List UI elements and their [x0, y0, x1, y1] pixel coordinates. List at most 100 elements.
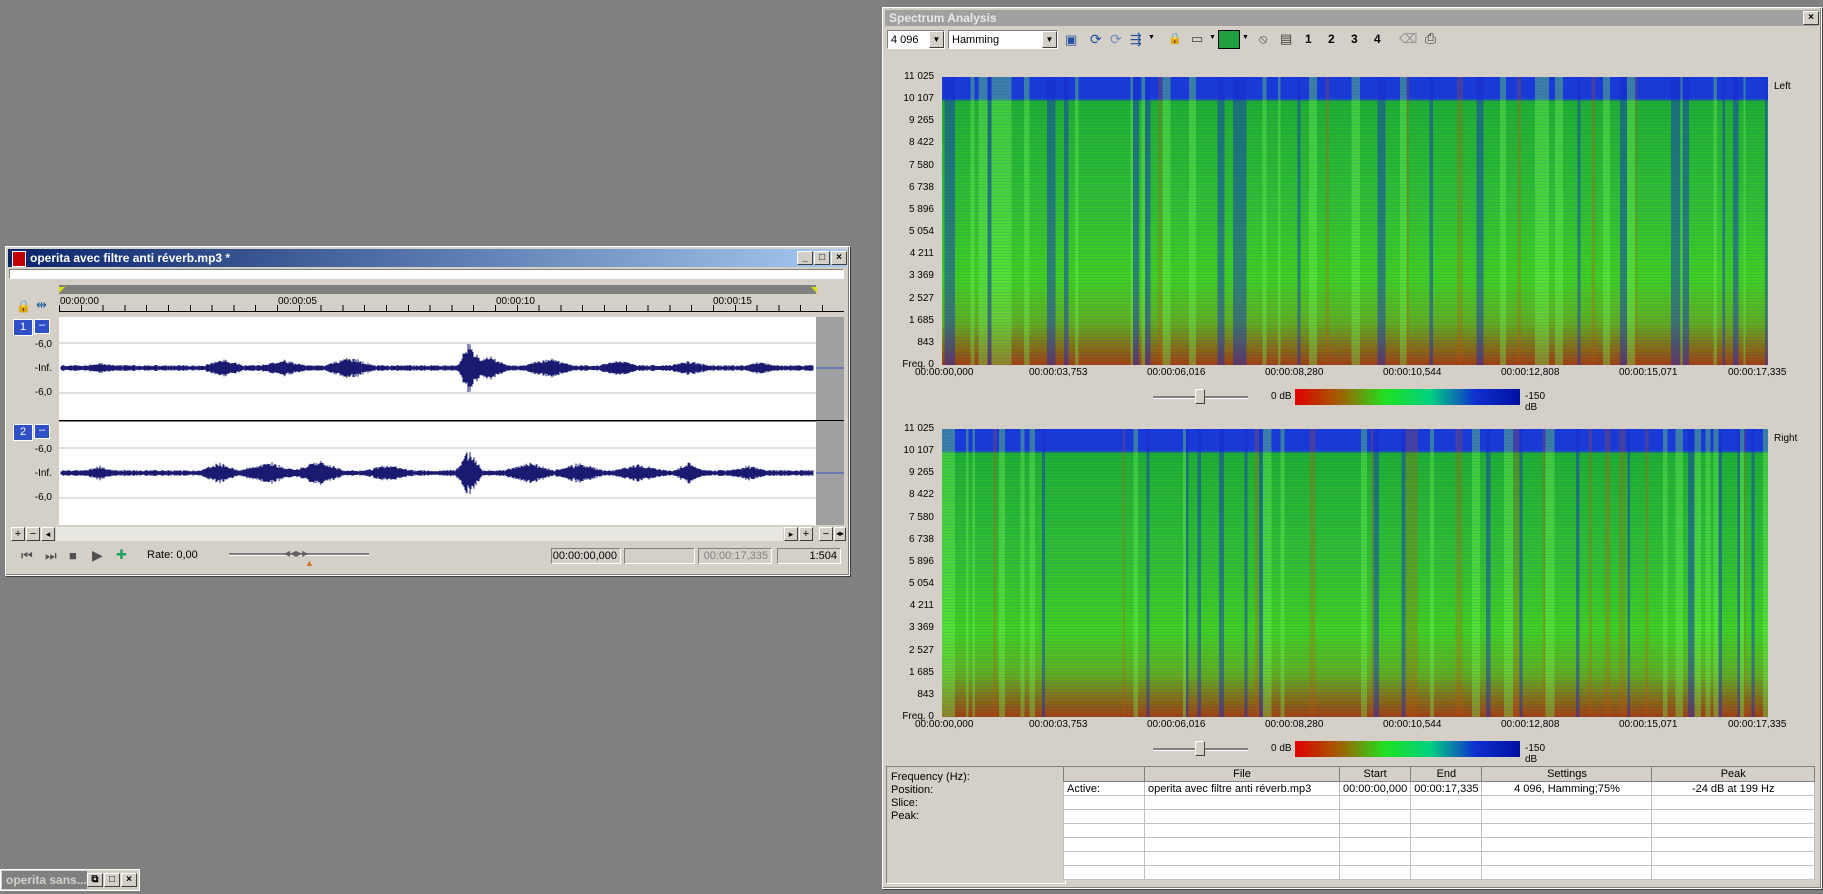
waveform-display[interactable]	[59, 317, 844, 525]
info-position-label: Position:	[891, 784, 934, 796]
left-scale-slider-thumb[interactable]	[1195, 389, 1205, 404]
timeline-ruler[interactable]: 00:00:00 00:00:05 00:00:10 00:00:15	[59, 281, 844, 315]
table-row[interactable]	[1063, 809, 1815, 824]
fft-size-select[interactable]: 4 096 ▼	[887, 30, 945, 49]
statistics-icon[interactable]: ▤	[1280, 31, 1292, 47]
freq-tick-label: 3 369	[908, 270, 934, 282]
table-row[interactable]	[1063, 823, 1815, 838]
table-header[interactable]	[1063, 766, 1145, 782]
lock-icon[interactable]: 🔒	[1168, 32, 1182, 45]
zoom-in-vertical-button[interactable]: +	[11, 527, 25, 541]
end-time-field[interactable]: 00:00:17,335	[698, 548, 772, 564]
channel-2-number[interactable]: 2	[13, 424, 33, 441]
waveform-svg[interactable]	[59, 317, 844, 525]
table-row[interactable]	[1063, 865, 1815, 880]
settings-icon[interactable]: ▣	[1065, 32, 1077, 48]
snapshot-4-button[interactable]: 4	[1374, 32, 1381, 46]
freq-tick-label: 8 422	[908, 489, 934, 501]
table-cell	[1481, 823, 1653, 838]
auto-update-icon[interactable]: ⟳	[1110, 31, 1122, 48]
zoom-in-horizontal-button[interactable]: +	[799, 527, 813, 541]
table-row[interactable]	[1063, 795, 1815, 810]
right-scale-max: 0 dB	[1271, 743, 1292, 754]
sync-icon[interactable]: ⇶	[1130, 31, 1142, 48]
refresh-icon[interactable]: ⟳	[1090, 31, 1102, 48]
table-header[interactable]: File	[1144, 766, 1340, 782]
right-spectrogram[interactable]	[942, 429, 1768, 717]
print-icon[interactable]: ⎙	[1425, 30, 1436, 47]
scroll-left-button[interactable]: ◂	[41, 527, 55, 541]
freq-tick-label: 2 527	[908, 292, 934, 304]
selection-strip[interactable]	[59, 285, 816, 294]
snapshot-3-button[interactable]: 3	[1351, 32, 1358, 46]
graph-type-icon[interactable]: ▭	[1191, 31, 1203, 47]
wave-editor-titlebar[interactable]: operita avec filtre anti réverb.mp3 *	[8, 249, 847, 267]
sonogram-dropdown-icon[interactable]: ▼	[1242, 34, 1249, 41]
table-cell: 00:00:00,000	[1338, 781, 1412, 796]
channel-2-header: 2 – -6,0 -Inf. -6,0	[9, 422, 58, 525]
go-to-end-icon[interactable]: ⏭	[45, 548, 57, 564]
info-peak-label: Peak:	[891, 810, 920, 822]
play-icon[interactable]: ▶	[92, 547, 103, 564]
selection-length-field[interactable]	[624, 548, 695, 564]
zoom-out-horizontal-button[interactable]: −	[819, 527, 833, 541]
snapshot-1-button[interactable]: 1	[1305, 32, 1312, 46]
play-looped-icon[interactable]: ✚	[116, 547, 127, 563]
table-cell	[1144, 823, 1340, 838]
minimized-window-title[interactable]: operita sans...	[2, 871, 87, 889]
minimize-button[interactable]: _	[797, 251, 813, 265]
loop-end-marker[interactable]	[811, 287, 817, 293]
maximize-button[interactable]: □	[814, 251, 830, 265]
graph-type-dropdown-icon[interactable]: ▼	[1209, 34, 1216, 41]
table-row[interactable]	[1063, 851, 1815, 866]
minimized-maximize-button[interactable]: □	[104, 873, 120, 887]
minimized-restore-button[interactable]: ⧉	[87, 873, 103, 887]
freq-tick-label: 2 527	[908, 644, 934, 656]
scroll-right-button[interactable]: ▸	[784, 527, 798, 541]
right-scale-slider-thumb[interactable]	[1195, 741, 1205, 756]
close-button[interactable]: ×	[831, 251, 847, 265]
freq-tick-label: 11 025	[904, 423, 934, 434]
freq-tick-label: 4 211	[909, 600, 934, 612]
zoom-ratio-field[interactable]: 1:504	[777, 548, 841, 564]
table-row[interactable]: Active: operita avec filtre anti réverb.…	[1063, 781, 1815, 796]
spectrum-close-button[interactable]: ×	[1803, 11, 1819, 25]
snap-icon[interactable]: ⇹	[36, 297, 47, 313]
zoom-out-vertical-button[interactable]: −	[26, 527, 40, 541]
channel-1-number[interactable]: 1	[13, 319, 33, 336]
app-icon	[12, 251, 26, 267]
snapshot-2-button[interactable]: 2	[1328, 32, 1335, 46]
overview-bar[interactable]	[9, 269, 844, 279]
window-type-select[interactable]: Hamming ▼	[948, 30, 1058, 49]
cursor-time-field[interactable]: 00:00:00,000	[551, 548, 621, 564]
time-tick-label: 00:00:17,335	[1728, 367, 1787, 378]
sonogram-view-button[interactable]	[1218, 30, 1240, 49]
table-cell	[1410, 851, 1483, 866]
minimized-close-button[interactable]: ×	[121, 873, 137, 887]
table-header[interactable]: End	[1410, 766, 1483, 782]
table-header[interactable]: Settings	[1481, 766, 1653, 782]
table-header[interactable]: Peak	[1651, 766, 1815, 782]
zoom-fit-button[interactable]: ◂▸	[834, 527, 846, 541]
channel-2-minimize-icon[interactable]: –	[34, 424, 50, 439]
spectrum-titlebar[interactable]: Spectrum Analysis	[885, 10, 1819, 26]
loop-start-marker[interactable]	[59, 287, 65, 293]
window-type-dropdown-icon[interactable]: ▼	[1042, 31, 1057, 48]
channel-1-minimize-icon[interactable]: –	[34, 319, 50, 334]
table-row[interactable]	[1063, 837, 1815, 852]
left-spectrogram[interactable]	[942, 77, 1768, 365]
no-overlay-icon[interactable]: ⦸	[1259, 31, 1267, 47]
table-header[interactable]: Start	[1338, 766, 1412, 782]
right-color-gradient	[1295, 741, 1520, 757]
go-to-start-icon[interactable]: ⏮	[21, 548, 33, 564]
horizontal-scrollbar[interactable]	[56, 527, 783, 541]
lock-icon[interactable]: 🔒	[16, 299, 31, 313]
time-tick-label: 00:00:08,280	[1265, 719, 1324, 730]
sync-dropdown-icon[interactable]: ▼	[1148, 34, 1155, 41]
statistics-table[interactable]: File Start End Settings Peak Active: ope…	[1063, 766, 1815, 880]
waveform-path	[60, 344, 814, 392]
fft-size-dropdown-icon[interactable]: ▼	[929, 31, 944, 48]
minimized-window[interactable]: operita sans... ⧉ □ ×	[0, 869, 140, 891]
stop-icon[interactable]: ■	[69, 548, 77, 563]
eraser-icon[interactable]: ⌫	[1399, 31, 1417, 47]
